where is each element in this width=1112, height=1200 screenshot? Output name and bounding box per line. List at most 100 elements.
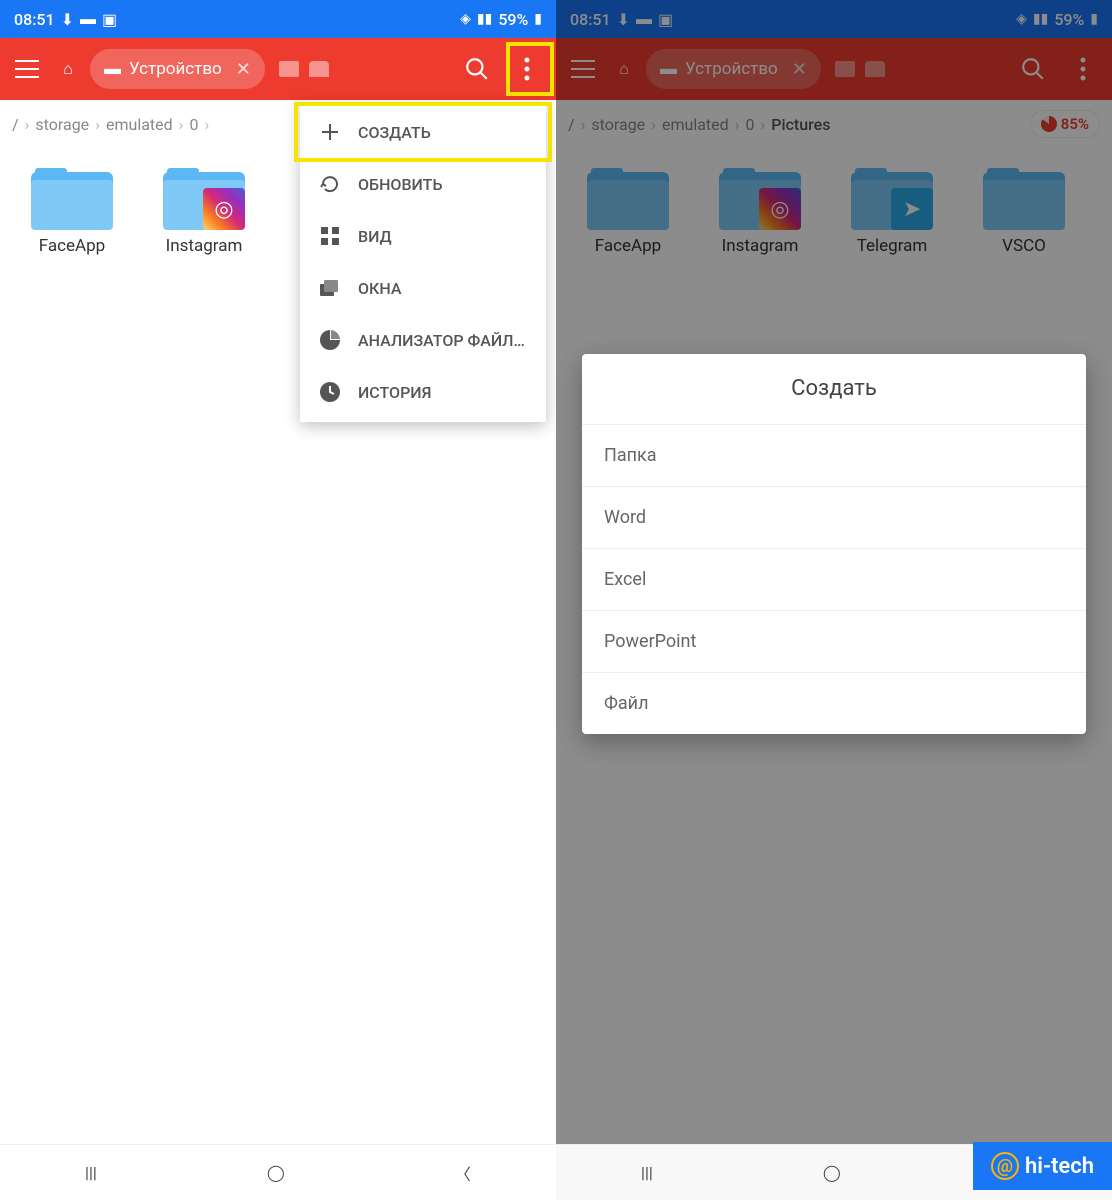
menu-button[interactable] [564, 50, 602, 88]
breadcrumb-root[interactable]: / [568, 115, 575, 134]
cloud-icon[interactable] [865, 61, 885, 77]
app-bar: ⌂ ▬ Устройство ✕ [556, 38, 1112, 100]
status-time: 08:51 [14, 10, 55, 29]
breadcrumb-seg[interactable]: storage [35, 115, 89, 134]
folder-icon [587, 164, 669, 230]
at-icon: @ [991, 1152, 1019, 1180]
folder-item[interactable]: ◎ Instagram [694, 156, 826, 264]
search-button[interactable] [1012, 48, 1054, 90]
wifi-icon: ◈ [1016, 11, 1027, 27]
dialog-item-file[interactable]: Файл [582, 672, 1086, 734]
signal-icon: ▮▮ [477, 11, 492, 27]
menu-view[interactable]: ВИД [300, 210, 546, 262]
menu-label: СОЗДАТЬ [358, 123, 431, 142]
device-icon: ▬ [104, 59, 121, 79]
dialog-item-powerpoint[interactable]: PowerPoint [582, 610, 1086, 672]
nav-home[interactable]: ◯ [823, 1163, 841, 1182]
status-bar: 08:51 ⬇ ▬ ▣ ◈ ▮▮ 59% ▮ [0, 0, 556, 38]
chevron-right-icon: › [95, 115, 100, 134]
folder-icon [31, 164, 113, 230]
nav-recent[interactable]: ||| [85, 1163, 97, 1182]
image-status-icon: ▣ [658, 10, 673, 29]
dropdown-menu: СОЗДАТЬ ОБНОВИТЬ ВИД ОКНА АНАЛИЗАТОР ФАЙ… [300, 102, 546, 422]
breadcrumb-seg[interactable]: Pictures [771, 115, 830, 134]
file-grid: FaceApp ◎ Instagram ➤ Telegram VSCO [556, 148, 1112, 272]
screen-left: 08:51 ⬇ ▬ ▣ ◈ ▮▮ 59% ▮ ⌂ ▬ Устройство ✕ [0, 0, 556, 1200]
tab-icons [835, 61, 885, 77]
breadcrumb: / › storage › emulated › 0 › Pictures 85… [556, 100, 1112, 148]
telegram-icon: ➤ [891, 188, 933, 230]
nav-bar: ||| ◯ 〈 [0, 1144, 556, 1200]
folder-icon [983, 164, 1065, 230]
breadcrumb-seg[interactable]: 0 [745, 115, 754, 134]
nav-home[interactable]: ◯ [267, 1163, 285, 1182]
breadcrumb-seg[interactable]: emulated [106, 115, 173, 134]
home-icon[interactable]: ⌂ [610, 55, 638, 83]
chevron-right-icon: › [760, 115, 765, 134]
plus-icon [318, 120, 342, 144]
more-button[interactable] [506, 48, 548, 90]
dialog-item-folder[interactable]: Папка [582, 424, 1086, 486]
breadcrumb-seg[interactable]: 0 [189, 115, 198, 134]
more-button[interactable] [1062, 48, 1104, 90]
pie-chart-icon [318, 328, 342, 352]
close-icon[interactable]: ✕ [236, 59, 251, 80]
menu-analyzer[interactable]: АНАЛИЗАТОР ФАЙЛ… [300, 314, 546, 366]
device-icon: ▬ [660, 59, 677, 79]
folder-icon: ◎ [163, 164, 245, 230]
device-chip[interactable]: ▬ Устройство ✕ [646, 49, 821, 89]
home-icon[interactable]: ⌂ [54, 55, 82, 83]
menu-label: ОКНА [358, 279, 401, 298]
folder-label: VSCO [1002, 236, 1046, 256]
cloud-icon[interactable] [309, 61, 329, 77]
tab-indicator[interactable] [279, 61, 299, 77]
watermark-text: hi-tech [1025, 1154, 1094, 1179]
pie-icon [1041, 116, 1057, 132]
chevron-right-icon: › [651, 115, 656, 134]
folder-status-icon: ▬ [636, 9, 652, 29]
folder-status-icon: ▬ [80, 9, 96, 29]
menu-label: ОБНОВИТЬ [358, 175, 443, 194]
wifi-icon: ◈ [460, 11, 471, 27]
menu-create[interactable]: СОЗДАТЬ [300, 106, 546, 158]
tab-indicator[interactable] [835, 61, 855, 77]
app-bar: ⌂ ▬ Устройство ✕ [0, 38, 556, 100]
menu-refresh[interactable]: ОБНОВИТЬ [300, 158, 546, 210]
windows-icon [318, 276, 342, 300]
dialog-item-word[interactable]: Word [582, 486, 1086, 548]
folder-item[interactable]: FaceApp [562, 156, 694, 264]
image-status-icon: ▣ [102, 10, 117, 29]
dialog-item-excel[interactable]: Excel [582, 548, 1086, 610]
device-chip[interactable]: ▬ Устройство ✕ [90, 49, 265, 89]
nav-back[interactable]: 〈 [455, 1161, 471, 1185]
breadcrumb-seg[interactable]: emulated [662, 115, 729, 134]
chevron-right-icon: › [25, 115, 30, 134]
breadcrumb-seg[interactable]: storage [591, 115, 645, 134]
menu-button[interactable] [8, 50, 46, 88]
battery-text: 59% [498, 10, 528, 29]
folder-item[interactable]: ◎ Instagram [138, 156, 270, 264]
search-button[interactable] [456, 48, 498, 90]
watermark: @ hi-tech [973, 1142, 1112, 1190]
breadcrumb-root[interactable]: / [12, 115, 19, 134]
chevron-right-icon: › [179, 115, 184, 134]
device-label: Устройство [129, 59, 222, 79]
storage-badge[interactable]: 85% [1030, 110, 1100, 138]
nav-recent[interactable]: ||| [641, 1163, 653, 1182]
folder-item[interactable]: FaceApp [6, 156, 138, 264]
battery-icon: ▮ [534, 11, 542, 27]
menu-label: ВИД [358, 227, 392, 246]
clock-icon [318, 380, 342, 404]
battery-text: 59% [1054, 10, 1084, 29]
menu-label: ИСТОРИЯ [358, 383, 431, 402]
menu-windows[interactable]: ОКНА [300, 262, 546, 314]
menu-label: АНАЛИЗАТОР ФАЙЛ… [358, 331, 525, 350]
folder-icon: ➤ [851, 164, 933, 230]
folder-item[interactable]: ➤ Telegram [826, 156, 958, 264]
menu-history[interactable]: ИСТОРИЯ [300, 366, 546, 418]
folder-label: FaceApp [595, 236, 661, 256]
signal-icon: ▮▮ [1033, 11, 1048, 27]
folder-item[interactable]: VSCO [958, 156, 1090, 264]
device-label: Устройство [685, 59, 778, 79]
close-icon[interactable]: ✕ [792, 59, 807, 80]
